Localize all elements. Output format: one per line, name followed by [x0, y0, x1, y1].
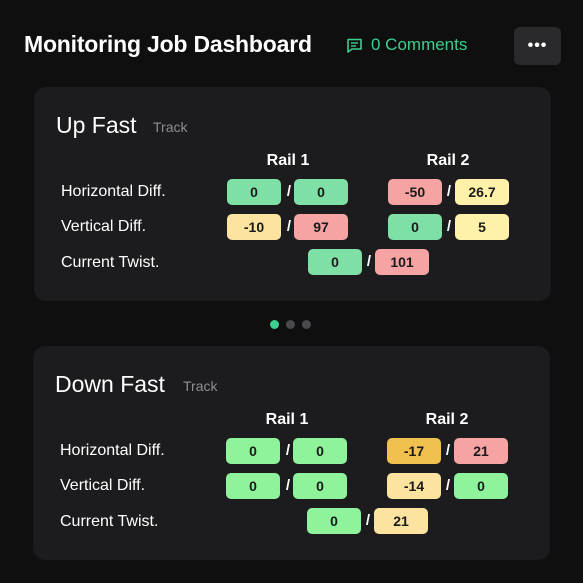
carousel-pager	[270, 320, 311, 329]
rail-1-header: Rail 1	[265, 411, 309, 428]
twist-value-pill: 0	[307, 508, 361, 534]
value-pill: -50	[388, 179, 442, 205]
value-pill: 26.7	[455, 179, 509, 205]
value-pill: 97	[294, 214, 348, 240]
rail-2-header: Rail 2	[426, 152, 470, 169]
card-subtitle: Track	[183, 378, 218, 394]
more-icon: •••	[527, 37, 548, 54]
twist-value-pill: 101	[375, 249, 429, 275]
value-pill: 5	[455, 214, 509, 240]
value-pill: 0	[226, 438, 280, 464]
card-title: Down Fast	[55, 371, 165, 397]
rail-2-header: Rail 2	[425, 411, 469, 428]
row-label-vertical-diff: Vertical Diff.	[61, 218, 147, 235]
row-label-current-twist: Current Twist.	[60, 513, 159, 530]
value-separator: /	[445, 477, 451, 494]
pager-dot-1[interactable]	[270, 320, 279, 329]
track-card-up-fast: Up Fast Track Rail 1 Rail 2 Horizontal D…	[34, 87, 551, 301]
row-label-horizontal-diff: Horizontal Diff.	[61, 183, 166, 200]
value-separator: /	[445, 442, 451, 459]
value-pill: -14	[387, 473, 441, 499]
value-pill: 0	[454, 473, 508, 499]
value-pill: 0	[226, 473, 280, 499]
value-pill: 0	[293, 473, 347, 499]
value-separator: /	[366, 253, 372, 270]
rail-1-header: Rail 1	[266, 152, 310, 169]
comments-link[interactable]: 0 Comments	[346, 35, 467, 55]
pager-dot-2[interactable]	[286, 320, 295, 329]
row-label-horizontal-diff: Horizontal Diff.	[60, 442, 165, 459]
value-separator: /	[446, 218, 452, 235]
comment-icon	[347, 38, 362, 53]
value-pill: 0	[227, 179, 281, 205]
row-label-current-twist: Current Twist.	[61, 254, 160, 271]
value-pill: -17	[387, 438, 441, 464]
card-title: Up Fast	[56, 112, 137, 138]
value-separator: /	[365, 512, 371, 529]
value-pill: 0	[388, 214, 442, 240]
comments-label: 0 Comments	[371, 35, 468, 54]
value-separator: /	[446, 183, 452, 200]
page-header: Monitoring Job Dashboard 0 Comments •••	[0, 0, 583, 92]
value-pill: 0	[294, 179, 348, 205]
card-subtitle: Track	[153, 119, 188, 135]
track-card-down-fast: Down Fast Track Rail 1 Rail 2 Horizontal…	[33, 346, 550, 560]
value-pill: 21	[454, 438, 508, 464]
pager-dot-3[interactable]	[302, 320, 311, 329]
row-label-vertical-diff: Vertical Diff.	[60, 477, 146, 494]
more-options-button[interactable]: •••	[514, 27, 561, 65]
twist-value-pill: 21	[374, 508, 428, 534]
page-title: Monitoring Job Dashboard	[24, 31, 312, 57]
value-pill: 0	[293, 438, 347, 464]
twist-value-pill: 0	[308, 249, 362, 275]
value-pill: -10	[227, 214, 281, 240]
